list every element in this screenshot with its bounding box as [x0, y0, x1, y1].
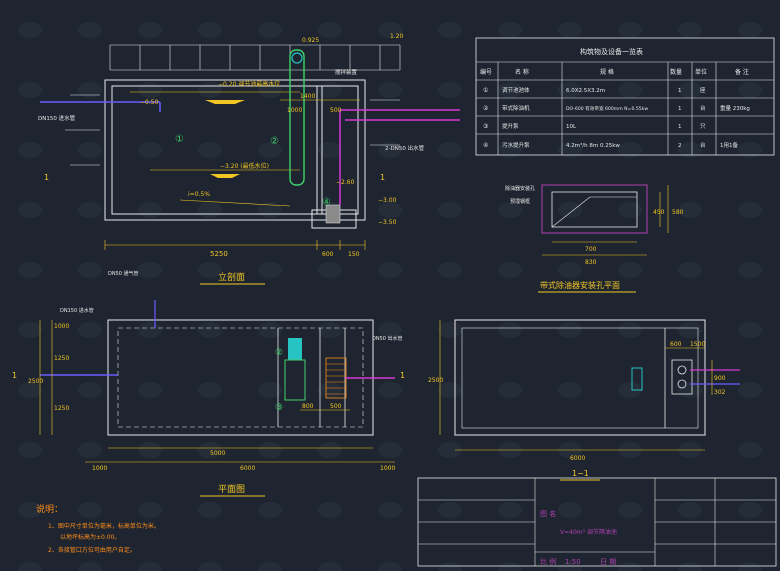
table-cell: 重量 230kg [720, 104, 750, 112]
plan-vent-label: DN50 通气管 [108, 270, 139, 277]
section-dim-v2: 302 [714, 389, 726, 396]
table-cell: 台 [700, 141, 706, 149]
hatch-dim-w1: 700 [585, 246, 597, 253]
section-dim-1: 600 [670, 341, 682, 348]
table-cell: 台 [700, 104, 706, 112]
title-date-label: 日 期 [600, 558, 616, 566]
hatch-detail-title: 带式除油器安装孔平面 [540, 280, 620, 290]
table-header: 备 注 [735, 68, 749, 76]
table-header: 编号 [480, 68, 492, 76]
elevation-label-4: ④ [322, 197, 331, 208]
elevation-water-high: −0.20 调节池最高水位 [218, 80, 280, 88]
table-cell: 座 [700, 86, 706, 94]
table-cell: 带式除油机 [502, 104, 530, 112]
elevation-level-side: −0.50 [140, 99, 159, 106]
notes-heading: 说明： [36, 503, 63, 515]
elevation-section-mark-right: 1 [380, 173, 385, 182]
elevation-label-1: ① [175, 134, 184, 145]
table-cell: 1 [678, 88, 682, 94]
table-header: 规 格 [600, 68, 614, 76]
plan-dim-left-3: 1250 [54, 405, 69, 412]
plan-pipe-out-label: DN50 出水管 [372, 335, 403, 342]
plan-title: 平面图 [218, 484, 245, 495]
section-dim-v1: 900 [714, 375, 726, 382]
table-cell: DO-600 有效带宽 600mm N=0.55kw [566, 105, 648, 112]
elevation-level-high: 1.20 [390, 33, 404, 40]
hatch-dim-h1: 450 [653, 209, 665, 216]
elevation-level-bottom-2: −3.50 [378, 219, 397, 226]
table-cell: 4.2m³/h 8m 0.25kw [566, 142, 620, 149]
elevation-pipe-out-label: 2-DN50 出水管 [385, 144, 425, 152]
hatch-note-1: 除油器安装孔 [505, 185, 535, 192]
plan-dim-left-2: 1250 [54, 355, 69, 362]
plan-dim-left-1: 1000 [54, 323, 69, 330]
elevation-top-level: 0.925 [302, 37, 319, 44]
section-dim-total: 6000 [570, 455, 585, 462]
plan-label-2: ② [275, 348, 283, 358]
title-scale-value: 1:50 [565, 558, 581, 566]
plan-dim-sub-2: 500 [330, 403, 342, 410]
plan-label-3: ③ [275, 403, 283, 413]
elevation-level-bottom-1: −3.00 [378, 197, 397, 204]
table-cell: 1 [678, 106, 682, 112]
plan-pipe-in-label: DN150 进水管 [60, 307, 94, 314]
elevation-title: 立剖面 [218, 271, 245, 283]
elevation-slope-label: i=0.5% [188, 191, 210, 198]
plan-section-mark-left: 1 [12, 371, 17, 380]
section-dim-2: 1500 [690, 341, 705, 348]
table-cell: 1用1备 [720, 141, 738, 149]
elevation-section-mark-left: 1 [44, 173, 49, 182]
table-header: 单位 [695, 68, 707, 76]
table-cell: ④ [483, 142, 488, 149]
hatch-note-2: 预埋钢框 [510, 198, 530, 205]
elevation-dim-pit: 600 [322, 251, 334, 258]
elevation-dim-total: 5250 [210, 250, 228, 258]
notes-line-1b: 以地坪标高为±0.00。 [60, 533, 120, 541]
plan-skimmer [288, 338, 302, 360]
title-name-label: 图 名 [540, 509, 556, 518]
section-title: 1−1 [572, 469, 589, 478]
elevation-dim-top-3: 500 [330, 107, 342, 114]
plan-dim-width: 2500 [28, 378, 43, 385]
elevation-dim-top-2: 1000 [287, 107, 302, 114]
elevation-dim-top-1: 1400 [300, 93, 315, 100]
title-name-value: V=40m³ 调节隔油池 [560, 528, 617, 536]
hatch-dim-w2: 830 [585, 259, 597, 266]
table-cell: ③ [483, 123, 488, 130]
notes-line-2: 2、各接管口方位可由用户自定。 [48, 546, 136, 554]
hatch-dim-h2: 580 [672, 209, 684, 216]
table-cell: 6.0X2.5X3.2m [566, 88, 605, 94]
elevation-dim-wall: 150 [348, 251, 360, 258]
plan-dim-bottom-3: 1000 [380, 465, 395, 472]
table-cell: 提升泵 [502, 122, 519, 130]
table-header: 名 称 [515, 68, 529, 76]
table-cell: ② [483, 105, 489, 112]
notes-line-1: 1、图中尺寸单位为毫米，标高单位为米。 [48, 522, 160, 530]
elevation-level-pit: −2.60 [336, 179, 355, 186]
section-dim-width: 2500 [428, 377, 443, 384]
table-header: 数量 [670, 68, 682, 76]
table-cell: 10L [566, 124, 577, 130]
elevation-pipe-in-label: DN150 进水管 [38, 114, 76, 122]
title-scale-label: 比 例 [540, 557, 556, 566]
elevation-mixer-note: 搅拌装置 [335, 68, 358, 76]
table-cell: ① [483, 87, 488, 94]
plan-dim-sub-1: 800 [302, 403, 314, 410]
cad-drawing-canvas: 0.925 1.20 −0.20 调节池最高水位 −3.20 (最低水位) DN… [0, 0, 780, 571]
plan-section-mark-right: 1 [400, 371, 405, 380]
elevation-label-2: ② [270, 136, 279, 147]
plan-dim-bottom-total: 6000 [240, 465, 255, 472]
plan-dim-bottom-1: 5000 [210, 450, 225, 457]
table-cell: 只 [700, 123, 706, 130]
elevation-water-low: −3.20 (最低水位) [220, 162, 269, 170]
table-cell: 1 [678, 124, 682, 130]
table-cell: 污水提升泵 [502, 141, 530, 149]
plan-dim-bottom-2: 1000 [92, 465, 107, 472]
table-title: 构筑物及设备一览表 [580, 47, 643, 56]
table-cell: 2 [678, 143, 682, 149]
table-cell: 调节池池体 [502, 86, 530, 94]
